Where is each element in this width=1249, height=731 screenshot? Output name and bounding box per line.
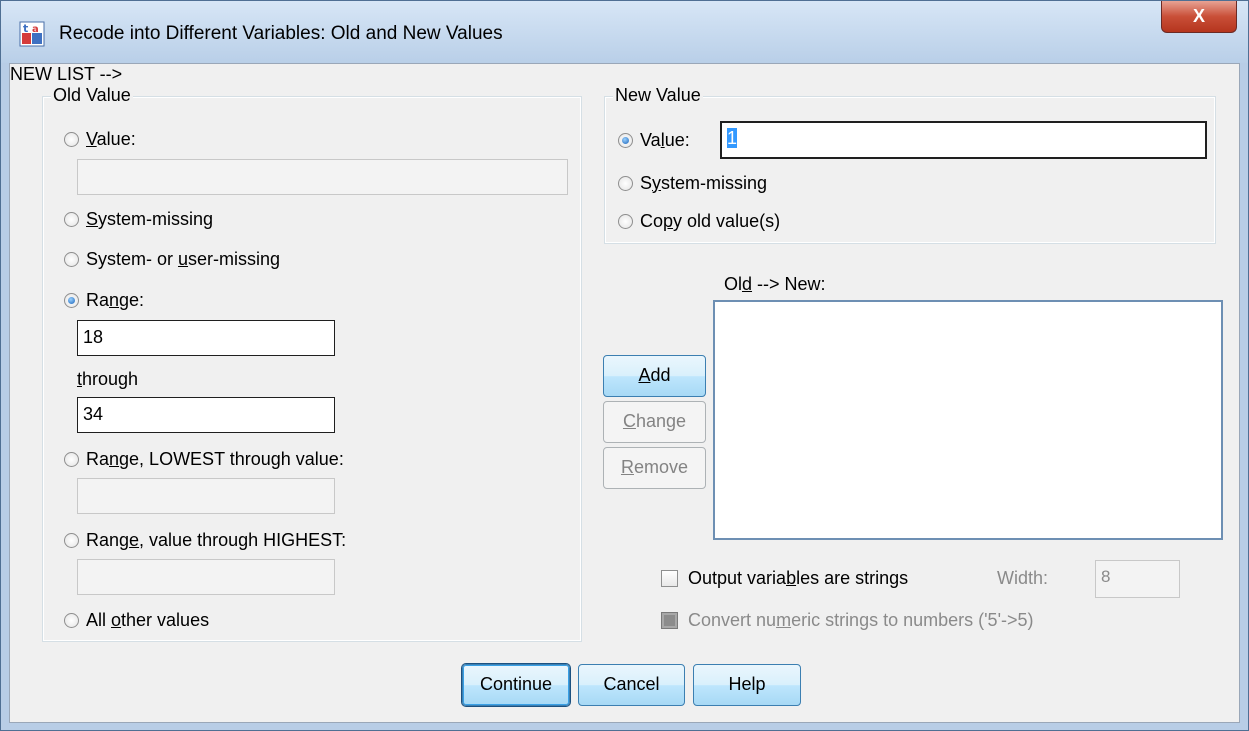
change-button[interactable]: Change [603,401,706,443]
help-button[interactable]: Help [693,664,801,706]
radio-indicator [618,213,633,229]
copy-old-values-radio[interactable]: Copy old value(s) [618,209,780,233]
radio-label: All other values [86,609,210,630]
range-highest-input[interactable] [77,559,335,595]
radio-indicator [618,132,633,148]
old-range-radio[interactable]: Range: [64,288,144,312]
old-system-missing-radio[interactable]: System-missing [64,207,213,231]
close-button[interactable]: X [1161,1,1237,33]
checkbox-label: Convert numeric strings to numbers ('5'-… [688,610,1034,630]
radio-label: Copy old value(s) [640,210,781,231]
new-system-missing-radio[interactable]: System-missing [618,171,767,195]
window-title: Recode into Different Variables: Old and… [59,23,503,44]
add-button[interactable]: Add [603,355,706,397]
checkbox-label: Output variables are strings [688,568,909,588]
radio-label: System-missing [86,208,214,229]
radio-label: System- or user-missing [86,248,281,269]
convert-numeric-checkbox[interactable]: Convert numeric strings to numbers ('5'-… [661,610,1034,631]
radio-label: System-missing [640,172,768,193]
radio-label: Value: [640,129,690,150]
recode-icon: t a [19,21,45,47]
old-system-user-missing-radio[interactable]: System- or user-missing [64,247,280,271]
old-new-listbox[interactable] [713,300,1223,540]
svg-text:a: a [32,24,39,35]
new-value-legend: New Value [613,85,703,106]
radio-indicator [64,251,79,267]
new-value-input[interactable]: 1 [720,121,1207,159]
old-value-radio[interactable]: Value: [64,127,136,151]
radio-label: Range: [86,289,145,310]
svg-text:t: t [23,22,28,35]
checkbox-indicator [661,612,678,629]
remove-button[interactable]: Remove [603,447,706,489]
radio-indicator [64,211,79,227]
radio-label: Range, value through HIGHEST: [86,529,347,550]
output-strings-checkbox[interactable]: Output variables are strings [661,568,908,589]
radio-indicator [64,612,79,628]
old-range-lowest-radio[interactable]: Range, LOWEST through value: [64,447,344,471]
old-all-other-radio[interactable]: All other values [64,608,209,632]
range-to-input[interactable]: 34 [77,397,335,433]
continue-button[interactable]: Continue [462,664,570,706]
through-label: through [77,369,139,389]
radio-indicator [64,131,79,147]
selected-text: 1 [727,128,738,148]
dialog-window: t a Recode into Different Variables: Old… [0,0,1249,731]
range-lowest-input[interactable] [77,478,335,514]
range-from-input[interactable]: 18 [77,320,335,356]
radio-indicator [64,292,79,308]
width-label: Width: [997,568,1049,588]
radio-indicator [618,175,633,191]
cancel-button[interactable]: Cancel [578,664,685,706]
title-bar[interactable]: t a Recode into Different Variables: Old… [1,1,1248,63]
width-input[interactable]: 8 [1095,560,1180,598]
radio-label: Range, LOWEST through value: [86,448,344,469]
radio-indicator [64,451,79,467]
old-value-input[interactable] [77,159,568,195]
old-new-label: Old --> New: [724,274,826,294]
new-value-radio[interactable]: Value: [618,128,690,152]
old-value-legend: Old Value [51,85,133,106]
checkbox-indicator [661,570,678,587]
radio-indicator [64,532,79,548]
old-range-highest-radio[interactable]: Range, value through HIGHEST: [64,528,346,552]
dialog-client: Old Value Value: System-missing System- … [9,63,1240,723]
radio-label: Value: [86,128,136,149]
